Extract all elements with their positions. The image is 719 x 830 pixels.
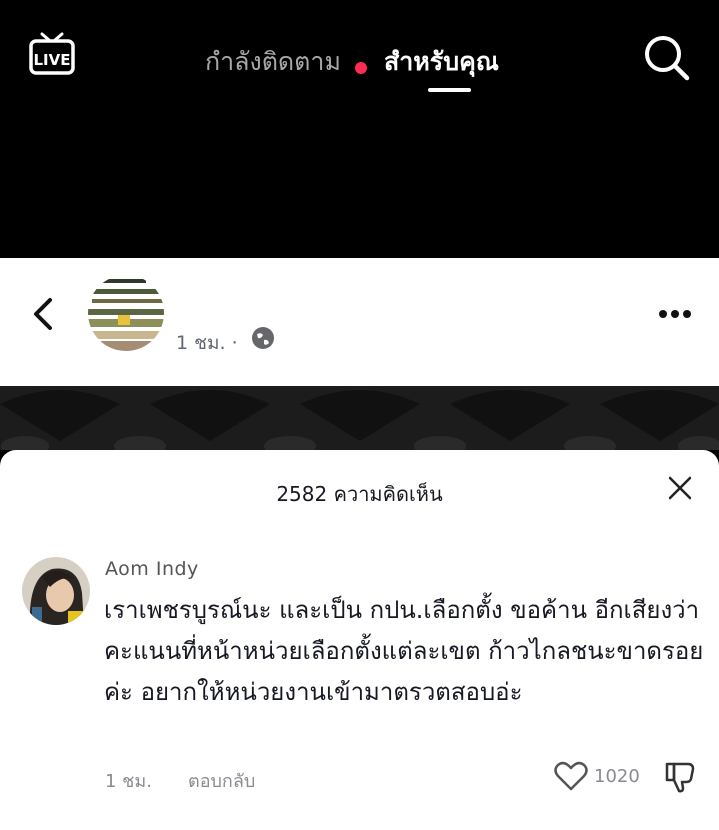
post-author-avatar[interactable] <box>88 275 164 351</box>
close-icon[interactable] <box>668 476 692 500</box>
back-icon[interactable] <box>28 296 56 332</box>
feed-tabs: กำลังติดตาม สำหรับคุณ <box>0 30 719 100</box>
tab-following[interactable]: กำลังติดตาม <box>205 42 341 82</box>
post-time: 1 ชม. · <box>176 332 238 354</box>
commenter-avatar[interactable] <box>22 557 90 625</box>
comment-text: เราเพชรบูรณ์นะ และเป็น กปน.เลือกตั้ง ขอค… <box>104 596 704 706</box>
globe-icon <box>251 326 275 350</box>
heart-icon[interactable] <box>554 760 588 792</box>
notification-dot <box>355 62 367 74</box>
more-options-icon[interactable] <box>658 306 692 320</box>
active-tab-indicator <box>428 88 471 92</box>
tab-for-you[interactable]: สำหรับคุณ <box>384 42 499 82</box>
comments-sheet: 2582 ความคิดเห็น Aom Indy เราเพชรบูรณ์นะ… <box>0 450 719 830</box>
commenter-username[interactable]: Aom Indy <box>105 558 199 580</box>
reply-button[interactable]: ตอบกลับ <box>188 766 255 795</box>
top-navigation-bar: LIVE กำลังติดตาม สำหรับคุณ <box>0 0 719 258</box>
comment-count-title: 2582 ความคิดเห็น <box>276 482 443 506</box>
comment-time: 1 ชม. <box>105 771 152 792</box>
dislike-icon[interactable] <box>664 760 696 794</box>
video-preview-strip <box>0 386 719 450</box>
like-count: 1020 <box>594 766 640 787</box>
post-header: 1 ชม. · <box>0 258 719 386</box>
search-icon[interactable] <box>642 33 690 81</box>
